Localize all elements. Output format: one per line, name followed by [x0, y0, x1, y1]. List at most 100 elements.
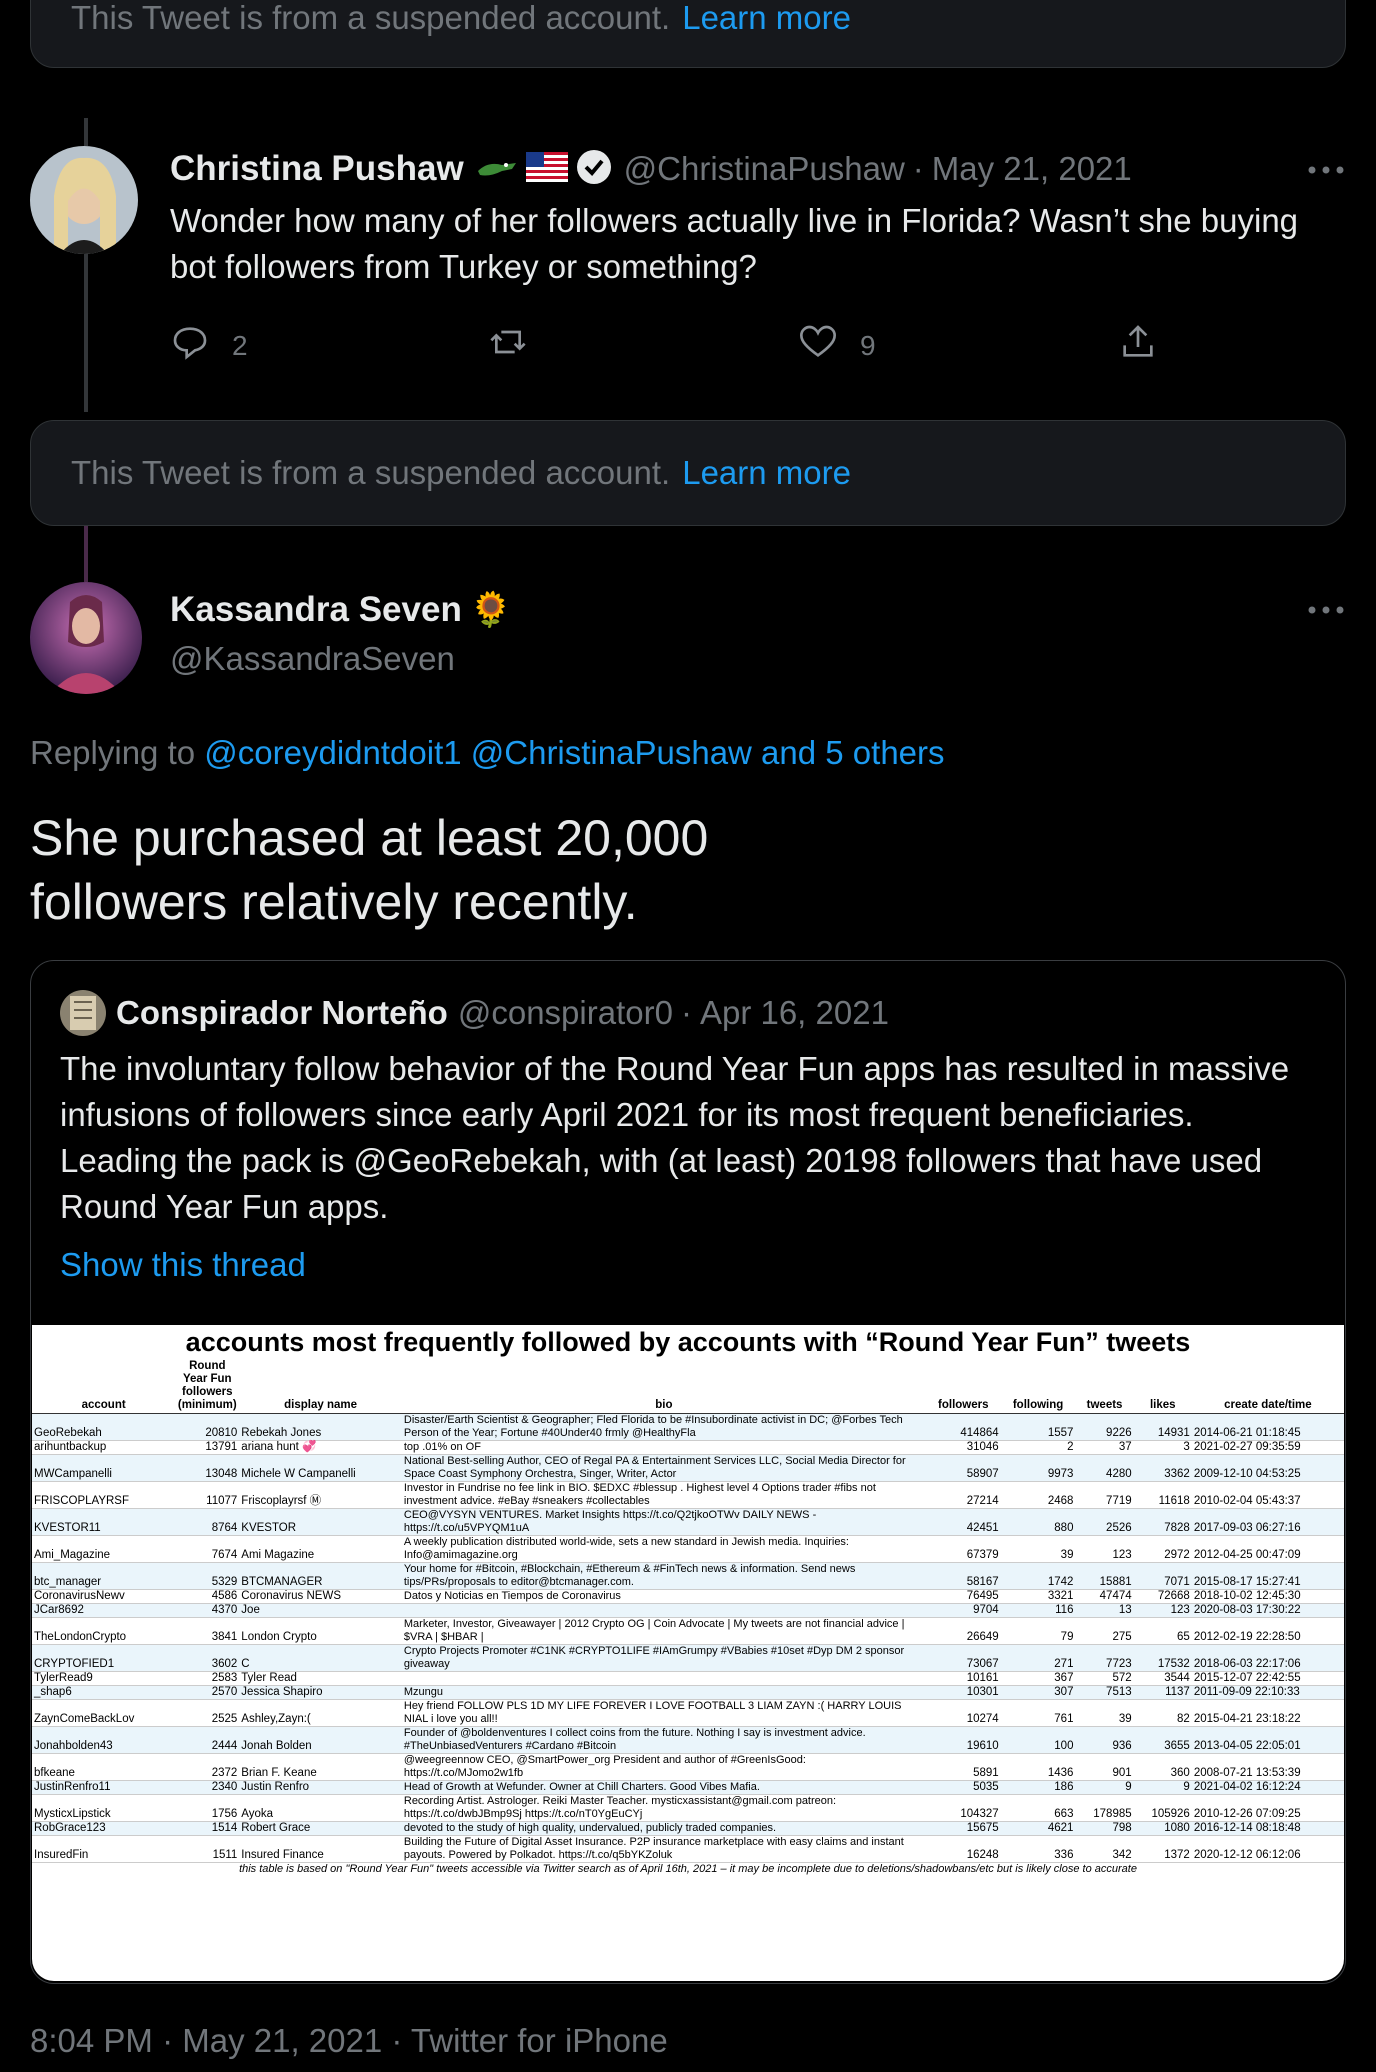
quote-media-table-image[interactable]: accounts most frequently followed by acc…: [32, 1325, 1344, 1981]
quote-author-handle: @conspirator0: [457, 994, 673, 1031]
table-footnote: this table is based on "Round Year Fun" …: [239, 1863, 1137, 1875]
replying-to-users[interactable]: @coreydidntdoit1 @ChristinaPushaw and 5 …: [204, 734, 944, 771]
table-cell: 5035: [925, 1780, 1001, 1795]
table-cell: Jonahbolden43: [32, 1726, 176, 1754]
table-cell: 798: [1075, 1821, 1134, 1836]
table-cell: 9704: [925, 1603, 1001, 1618]
table-cell: 47474: [1075, 1589, 1134, 1604]
table-cell: 2018-06-03 22:17:06: [1191, 1644, 1344, 1672]
table-cell: CEO@VYSYN VENTURES. Market Insights http…: [401, 1508, 926, 1536]
table-cell: 3655: [1133, 1726, 1192, 1754]
more-icon[interactable]: [1306, 150, 1346, 180]
table-cell: BTCMANAGER: [239, 1562, 402, 1590]
avatar[interactable]: [30, 582, 142, 694]
table-cell: 7513: [1075, 1685, 1134, 1700]
table-cell: 3602: [175, 1644, 240, 1672]
sunflower-icon: 🌻: [469, 591, 513, 629]
table-cell: 9973: [1000, 1454, 1076, 1482]
share-button[interactable]: [1118, 322, 1158, 369]
table-cell: 10301: [925, 1685, 1001, 1700]
retweet-button[interactable]: [488, 322, 528, 369]
reply-button[interactable]: 2: [170, 322, 248, 369]
author-name[interactable]: Kassandra Seven: [170, 590, 462, 630]
table-row: arihuntbackup 13791 ariana hunt 💞 top .01% …: [32, 1440, 1344, 1455]
author-handle[interactable]: @KassandraSeven: [170, 640, 455, 678]
table-cell: Ashley,Zayn:(: [239, 1699, 402, 1727]
table-cell: 2012-02-19 22:28:50: [1191, 1617, 1344, 1645]
table-cell: 2444: [175, 1726, 240, 1754]
table-cell: 3362: [1133, 1454, 1192, 1482]
table-cell: 572: [1075, 1671, 1134, 1686]
table-cell: 39: [1000, 1535, 1076, 1563]
tweet-header: Christina Pushaw @ChristinaPushaw · May …: [170, 146, 1132, 192]
table-cell: KVESTOR11: [32, 1508, 176, 1536]
table-cell: 2020-12-12 06:12:06: [1191, 1835, 1344, 1863]
table-row: MysticxLipstick 1756 Ayoka Recording Artist…: [32, 1794, 1344, 1822]
table-cell: 31046: [925, 1440, 1001, 1455]
table-cell: 1511: [175, 1835, 240, 1863]
table-cell: Marketer, Investor, Giveawayer | 2012 Cr…: [401, 1617, 926, 1645]
thread-line: [84, 118, 88, 146]
table-cell: Mzungu: [401, 1685, 926, 1700]
author-handle[interactable]: @ChristinaPushaw: [624, 150, 905, 188]
table-cell: InsuredFin: [32, 1835, 176, 1863]
table-cell: 2008-07-21 13:53:39: [1191, 1753, 1344, 1781]
table-cell: 2014-06-21 01:18:45: [1191, 1413, 1344, 1441]
table-row: Jonahbolden43 2444 Jonah Bolden Founder of …: [32, 1726, 1344, 1754]
more-icon[interactable]: [1306, 594, 1346, 624]
table-cell: Disaster/Earth Scientist & Geographer; F…: [401, 1413, 926, 1441]
table-cell: 1756: [175, 1794, 240, 1822]
avatar[interactable]: [30, 146, 138, 254]
table-cell: 9: [1133, 1780, 1192, 1795]
table-cell: 4621: [1000, 1821, 1076, 1836]
table-cell: 67379: [925, 1535, 1001, 1563]
table-row: Ami_Magazine 7674 Ami Magazine A weekly pub…: [32, 1535, 1344, 1563]
table-cell: 1137: [1133, 1685, 1192, 1700]
reply-icon: [170, 322, 210, 369]
table-cell: 1514: [175, 1821, 240, 1836]
table-cell: btc_manager: [32, 1562, 176, 1590]
tweet-timestamp[interactable]: 8:04 PM · May 21, 2021 · Twitter for iPh…: [30, 2022, 668, 2060]
table-cell: MysticxLipstick: [32, 1794, 176, 1822]
author-name[interactable]: Christina Pushaw: [170, 149, 464, 189]
table-cell: 2570: [175, 1685, 240, 1700]
table-header-row: account Round Year Fun followers (minimum…: [32, 1359, 1344, 1414]
table-cell: 2012-04-25 00:47:09: [1191, 1535, 1344, 1563]
like-button[interactable]: 9: [798, 322, 876, 369]
table-cell: 15881: [1075, 1562, 1134, 1590]
table-cell: 105926: [1133, 1794, 1192, 1822]
table-row: TylerRead9 2583 Tyler Read 10161 367 572 3544 2…: [32, 1671, 1344, 1686]
table-cell: ZaynComeBackLov: [32, 1699, 176, 1727]
table-row: CoronavirusNewv 4586 Coronavirus NEWS Datos…: [32, 1589, 1344, 1604]
table-cell: JCar8692: [32, 1603, 176, 1618]
learn-more-link[interactable]: Learn more: [682, 0, 851, 37]
table-cell: 2583: [175, 1671, 240, 1686]
table-cell: 275: [1075, 1617, 1134, 1645]
table-cell: Justin Renfro: [239, 1780, 402, 1795]
table-cell: [401, 1603, 926, 1618]
show-thread-link[interactable]: Show this thread: [60, 1246, 306, 1284]
table-cell: 123: [1075, 1535, 1134, 1563]
table-cell: 5891: [925, 1753, 1001, 1781]
tweet-date[interactable]: May 21, 2021: [932, 150, 1132, 188]
table-row: KVESTOR11 8764 KVESTOR CEO@VYSYN VENTURES. …: [32, 1508, 1344, 1536]
table-cell: 82: [1133, 1699, 1192, 1727]
table-cell: 11077: [175, 1481, 240, 1509]
suspended-text: This Tweet is from a suspended account.: [71, 0, 671, 36]
table-cell: 7071: [1133, 1562, 1192, 1590]
table-cell: ariana hunt 💞: [239, 1440, 402, 1455]
table-cell: 3544: [1133, 1671, 1192, 1686]
table-cell: Joe: [239, 1603, 402, 1618]
table-row: FRISCOPLAYRSF 11077 Friscoplayrsf Ⓜ Investo…: [32, 1481, 1344, 1509]
table-cell: Founder of @boldenventures I collect coi…: [401, 1726, 926, 1754]
heart-icon: [798, 322, 838, 369]
table-row: GeoRebekah 20810 Rebekah Jones Disaster/Ear…: [32, 1413, 1344, 1441]
table-cell: 26649: [925, 1617, 1001, 1645]
table-cell: 2011-09-09 22:10:33: [1191, 1685, 1344, 1700]
table-cell: 2468: [1000, 1481, 1076, 1509]
table-cell: 58907: [925, 1454, 1001, 1482]
table-cell: 7828: [1133, 1508, 1192, 1536]
table-cell: 414864: [925, 1413, 1001, 1441]
learn-more-link[interactable]: Learn more: [682, 454, 851, 492]
table-row: MWCampanelli 13048 Michele W Campanelli Nat…: [32, 1454, 1344, 1482]
